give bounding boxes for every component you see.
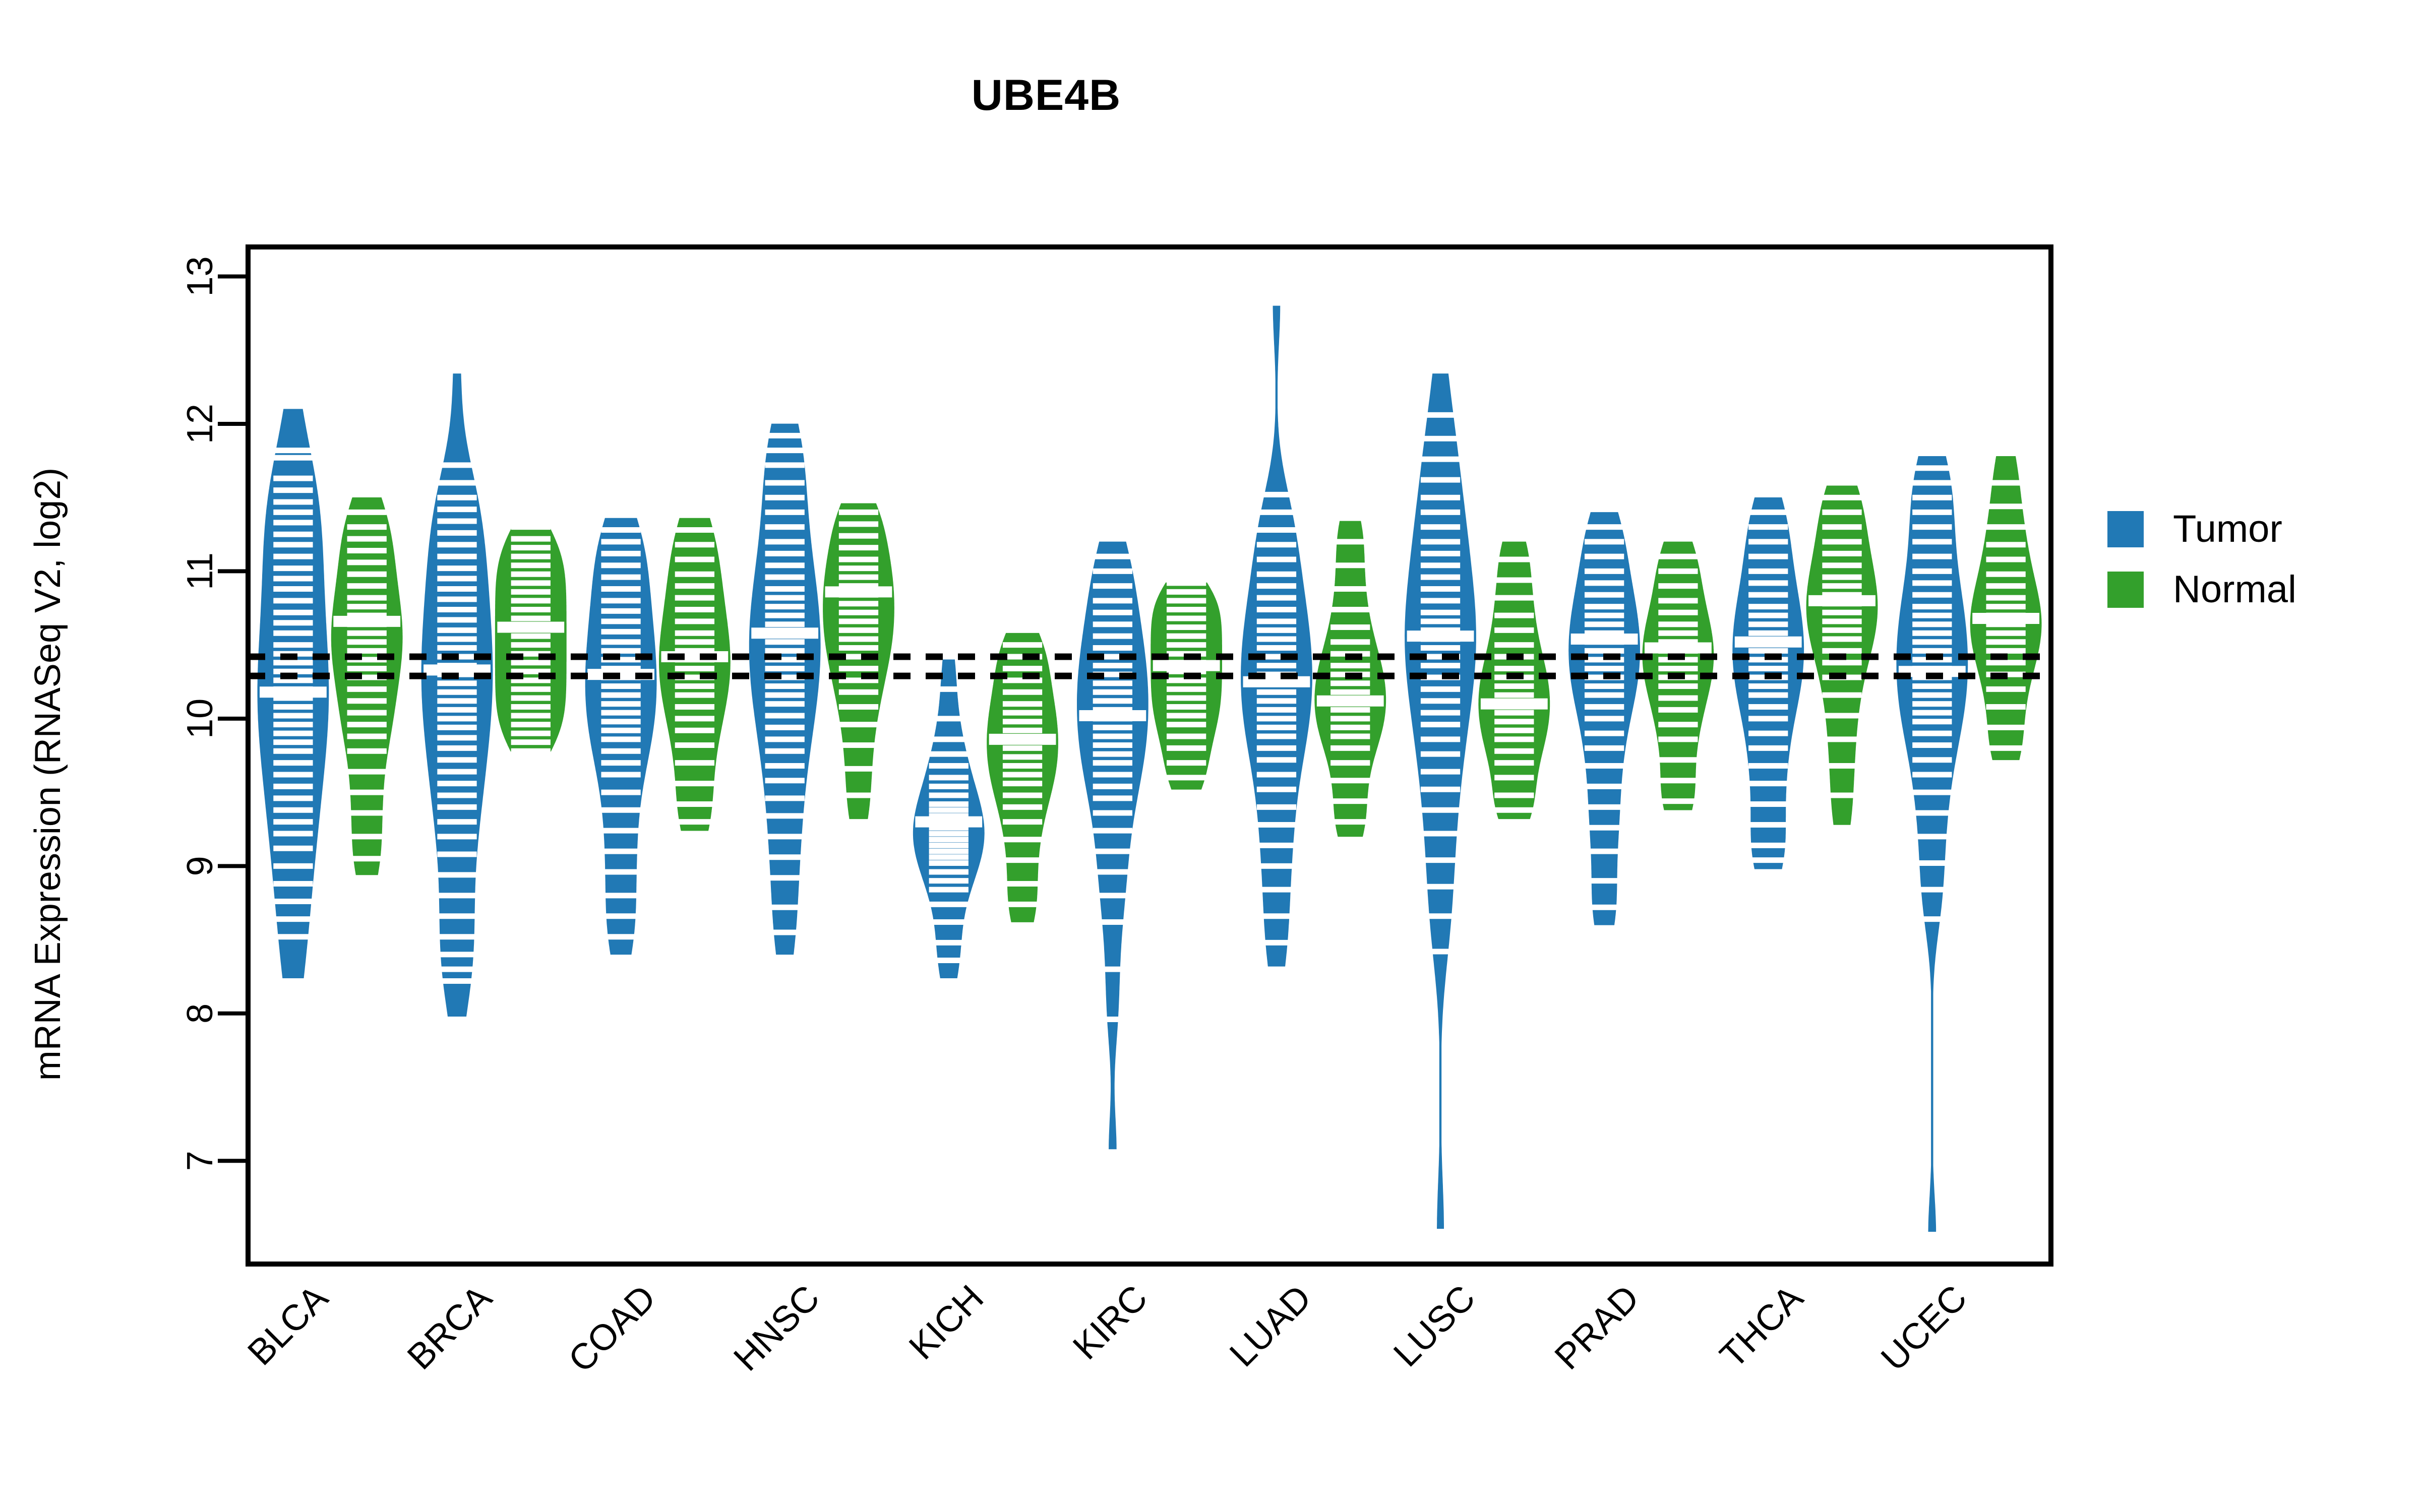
legend-item-normal[interactable]: Normal: [2107, 559, 2296, 620]
violin-thca-tumor: [1732, 491, 1804, 875]
violin-coad-tumor: [585, 512, 657, 961]
violin-lusc-tumor: [1405, 368, 1476, 1235]
violin-hnsc-tumor: [749, 418, 821, 961]
y-tick-label: 12: [180, 404, 220, 444]
y-tick-label: 9: [180, 856, 220, 876]
y-tick-label: 8: [180, 1003, 220, 1024]
violin-lusc-normal: [1478, 536, 1550, 825]
y-tick-label: 10: [180, 699, 220, 739]
x-tick-label-prad: PRAD: [1547, 1278, 1647, 1377]
violin-hnsc-normal: [823, 497, 894, 825]
violin-body: [421, 370, 493, 1020]
x-tick-label-thca: THCA: [1713, 1278, 1811, 1376]
chart-canvas: UBE4B mRNA Expression (RNASeq V2, log2) …: [0, 0, 2420, 1512]
violin-kirc-tumor: [1077, 536, 1148, 1155]
violin-series-group: [257, 300, 2042, 1238]
x-tick-label-hnsc: HNSC: [726, 1278, 827, 1379]
y-axis-ticks: 7 8 9 10 11 12 13: [180, 256, 248, 1171]
x-tick-label-kich: KICH: [901, 1278, 991, 1367]
violin-body: [1077, 538, 1148, 1153]
y-tick-label: 7: [180, 1151, 220, 1171]
x-axis-ticks: BLCA BRCA COAD HNSC KICH KIRC LUAD LUSC PRAD THCA…: [240, 1278, 1974, 1380]
y-tick-label: 13: [180, 256, 220, 296]
violin-prad-tumor: [1568, 507, 1640, 931]
legend-label-tumor: Tumor: [2173, 508, 2282, 550]
violin-ucec-tumor: [1896, 450, 1968, 1238]
y-tick-label: 11: [180, 552, 220, 590]
violin-body: [1732, 494, 1804, 872]
x-tick-label-luad: LUAD: [1222, 1278, 1319, 1374]
legend-item-tumor[interactable]: Tumor: [2107, 499, 2296, 559]
x-tick-label-coad: COAD: [561, 1278, 663, 1380]
violin-brca-tumor: [421, 368, 493, 1023]
legend-swatch-normal: [2107, 572, 2144, 608]
x-tick-label-ucec: UCEC: [1873, 1278, 1975, 1379]
violin-body: [1241, 302, 1312, 970]
violin-luad-tumor: [1241, 300, 1312, 972]
legend: Tumor Normal: [2107, 499, 2296, 620]
legend-label-normal: Normal: [2173, 568, 2296, 611]
x-tick-label-lusc: LUSC: [1386, 1278, 1483, 1374]
violin-plot: 7 8 9 10 11 12 13 BLCA BRCA COAD HNSC KICH KIRC LUAD…: [180, 244, 2053, 1380]
x-tick-label-brca: BRCA: [400, 1278, 500, 1377]
x-tick-label-kirc: KIRC: [1065, 1278, 1155, 1367]
violin-body: [585, 515, 657, 958]
violin-blca-tumor: [257, 403, 329, 988]
violin-ucec-normal: [1970, 450, 2042, 766]
violin-brca-normal: [495, 524, 567, 754]
violin-kirc-normal: [1151, 580, 1222, 795]
legend-swatch-tumor: [2107, 511, 2144, 547]
violin-blca-normal: [331, 491, 403, 881]
violin-kich-tumor: [913, 654, 985, 984]
x-tick-label-blca: BLCA: [240, 1278, 336, 1373]
